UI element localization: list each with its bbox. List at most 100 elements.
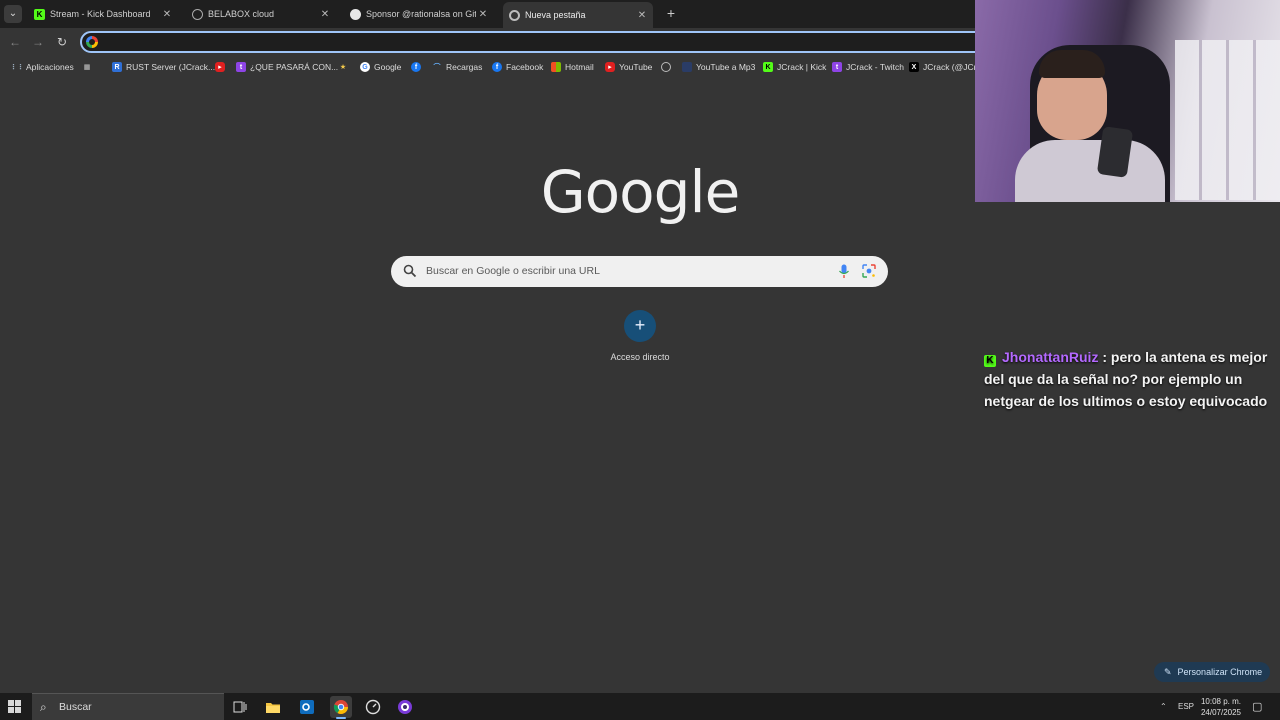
- search-box[interactable]: Buscar en Google o escribir una URL: [391, 256, 888, 287]
- pencil-icon: ✎: [1164, 666, 1172, 677]
- taskbar-search-label: Buscar: [59, 701, 92, 713]
- notification-icon[interactable]: ▢: [1252, 693, 1262, 720]
- bookmark-globe[interactable]: [661, 60, 675, 74]
- bookmark-youtube-mp3[interactable]: YouTube a Mp3: [682, 60, 755, 74]
- bookmark-label: Aplicaciones: [26, 62, 74, 72]
- bookmark-label: JCrack (@JCra: [923, 62, 982, 72]
- chat-message: K JhonattanRuiz : pero la antena es mejor…: [984, 346, 1274, 412]
- language-indicator[interactable]: ESP: [1178, 693, 1194, 720]
- clock-date: 24/07/2025: [1200, 708, 1242, 717]
- facebook-icon: f: [492, 62, 502, 72]
- close-icon[interactable]: ✕: [635, 10, 649, 21]
- star-icon: ★: [339, 64, 347, 71]
- youtube-icon: ▸: [605, 62, 615, 72]
- tab-new-tab[interactable]: Nueva pestaña ✕: [503, 2, 653, 28]
- taskbar-search[interactable]: ⌕ Buscar: [32, 693, 224, 720]
- bookmark-label: YouTube: [619, 62, 653, 72]
- forward-icon[interactable]: →: [30, 34, 46, 50]
- globe-icon: [661, 62, 671, 72]
- bookmark-youtube-1[interactable]: ▸: [215, 60, 229, 74]
- bookmark-jcrack-twitch[interactable]: t JCrack - Twitch: [832, 60, 904, 74]
- twitch-icon: t: [236, 62, 246, 72]
- tab-github-sponsor[interactable]: Sponsor @rationalsa on GitHub ✕: [344, 3, 494, 25]
- grid-icon: ▦: [83, 64, 91, 71]
- bookmark-recargas[interactable]: ⌒ Recargas: [432, 60, 483, 74]
- chrome-tab-icon: [509, 9, 520, 21]
- bookmark-label: YouTube a Mp3: [696, 62, 756, 72]
- bookmark-label: Facebook: [506, 62, 544, 72]
- bookmark-aplicaciones[interactable]: ⋮⋮ Aplicaciones: [10, 60, 74, 74]
- recargas-icon: ⌒: [433, 64, 441, 71]
- bookmark-label: RUST Server (JCrack...: [126, 62, 216, 72]
- reload-icon[interactable]: ↻: [54, 34, 70, 50]
- new-tab-button[interactable]: +: [664, 4, 678, 22]
- bookmark-jcrack-kick[interactable]: K JCrack | Kick: [763, 60, 826, 74]
- background-shelf: [1175, 40, 1280, 200]
- search-placeholder: Buscar en Google o escribir una URL: [426, 265, 600, 277]
- customize-chrome-button[interactable]: ✎ Personalizar Chrome: [1154, 662, 1270, 682]
- tab-search-button[interactable]: ⌄: [4, 5, 22, 23]
- search-icon: ⌕: [40, 700, 47, 714]
- google-icon: G: [360, 62, 370, 72]
- globe-icon: [192, 8, 203, 20]
- bookmark-youtube[interactable]: ▸ YouTube: [605, 60, 652, 74]
- x-icon: X: [909, 62, 919, 72]
- kick-icon: K: [763, 62, 773, 72]
- bookmark-jcrack-x[interactable]: X JCrack (@JCra: [909, 60, 981, 74]
- facebook-icon: f: [411, 62, 421, 72]
- rust-icon: R: [112, 62, 122, 72]
- file-explorer-icon[interactable]: [262, 696, 284, 718]
- bookmark-label: JCrack - Twitch: [846, 62, 904, 72]
- search-icon: [403, 264, 417, 278]
- google-logo: Google: [540, 158, 741, 226]
- twitch-icon: t: [832, 62, 842, 72]
- bookmark-grid[interactable]: ▦: [82, 60, 96, 74]
- close-icon[interactable]: ✕: [318, 9, 332, 20]
- kick-icon: K: [984, 355, 996, 367]
- bookmark-facebook-1[interactable]: f: [411, 60, 425, 74]
- google-lens-icon[interactable]: [862, 264, 876, 278]
- tab-title: Stream - Kick Dashboard: [50, 9, 151, 19]
- bookmark-rust-server[interactable]: R RUST Server (JCrack...: [112, 60, 215, 74]
- close-icon[interactable]: ✕: [476, 9, 490, 20]
- add-shortcut-button[interactable]: +: [624, 310, 656, 342]
- windows-start-icon[interactable]: [8, 700, 21, 713]
- tab-title: BELABOX cloud: [208, 9, 275, 19]
- github-icon: [350, 8, 361, 20]
- outlook-icon[interactable]: [296, 696, 318, 718]
- streamer-body: [1015, 140, 1165, 202]
- chat-username: JhonattanRuiz: [1002, 349, 1099, 365]
- bookmark-que-pasara[interactable]: t ¿QUE PASARÁ CON...: [236, 60, 338, 74]
- apps-grid-icon: ⋮⋮: [10, 64, 24, 71]
- obs-studio-icon[interactable]: [394, 696, 416, 718]
- close-icon[interactable]: ✕: [160, 9, 174, 20]
- bookmark-google[interactable]: G Google: [360, 60, 401, 74]
- microphone-icon[interactable]: [838, 264, 850, 279]
- customize-label: Personalizar Chrome: [1177, 667, 1263, 677]
- bookmark-label: ¿QUE PASARÁ CON...: [250, 62, 339, 72]
- tab-kick-dashboard[interactable]: K Stream - Kick Dashboard ✕: [28, 3, 178, 25]
- bookmark-label: Hotmail: [565, 62, 594, 72]
- microsoft-icon: [551, 62, 561, 72]
- speedtest-icon[interactable]: [362, 696, 384, 718]
- youtube-icon: ▸: [215, 62, 225, 72]
- bookmark-label: Recargas: [446, 62, 483, 72]
- bookmark-hotmail[interactable]: Hotmail: [551, 60, 594, 74]
- bookmark-label: Google: [374, 62, 402, 72]
- google-icon: [86, 36, 98, 48]
- task-view-icon[interactable]: [229, 696, 251, 718]
- shortcut-label: Acceso directo: [610, 352, 670, 362]
- tray-chevron-icon[interactable]: ⌃: [1160, 693, 1167, 720]
- tab-title: Sponsor @rationalsa on GitHub: [366, 9, 476, 19]
- chrome-icon[interactable]: [330, 696, 352, 719]
- bookmark-facebook[interactable]: f Facebook: [492, 60, 543, 74]
- mp3-icon: [682, 62, 692, 72]
- kick-icon: K: [34, 8, 45, 20]
- bookmark-star[interactable]: ★: [338, 60, 352, 74]
- tab-title: Nueva pestaña: [525, 10, 586, 20]
- system-clock[interactable]: 10:08 p. m. 24/07/2025: [1194, 696, 1248, 718]
- webcam-overlay: [975, 0, 1280, 202]
- tab-belabox[interactable]: BELABOX cloud ✕: [186, 3, 336, 25]
- bookmark-label: JCrack | Kick: [777, 62, 827, 72]
- back-icon[interactable]: ←: [7, 34, 23, 50]
